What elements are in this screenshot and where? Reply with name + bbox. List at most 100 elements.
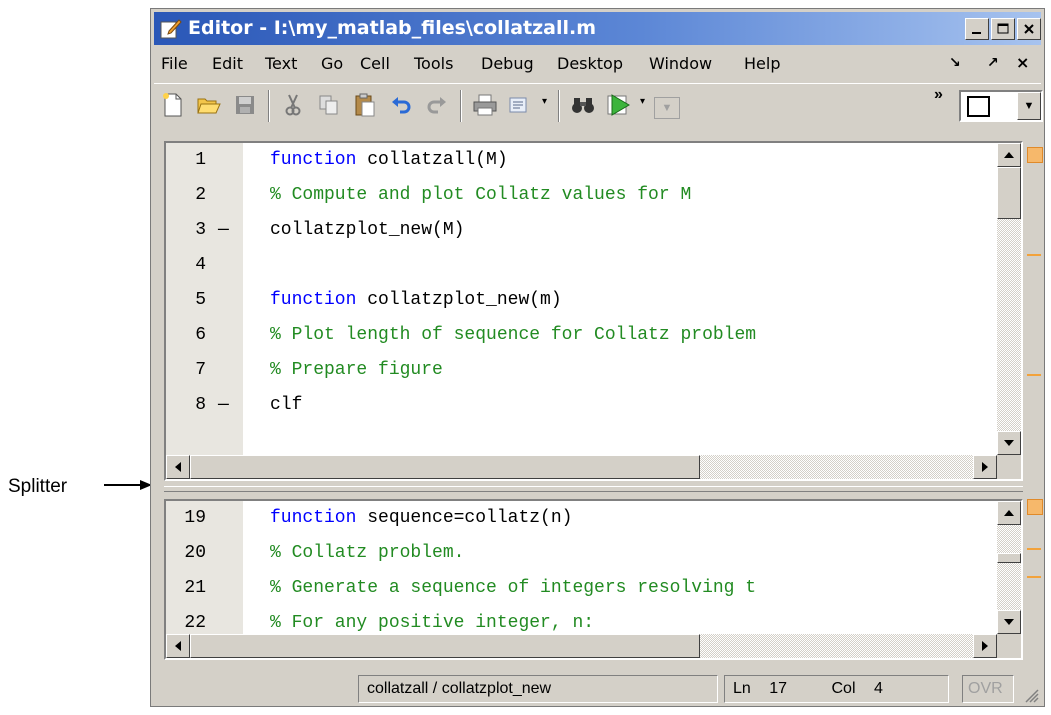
vertical-scrollbar-top[interactable] bbox=[997, 143, 1021, 455]
code-text[interactable]: % Compute and plot Collatz values for M bbox=[270, 185, 691, 205]
hscroll-thumb-bottom[interactable] bbox=[190, 634, 700, 658]
toolbar-overflow-button[interactable]: » bbox=[934, 86, 943, 104]
horizontal-scrollbar-top[interactable] bbox=[166, 455, 997, 479]
dock-button[interactable]: ↘ bbox=[949, 55, 961, 71]
find-button[interactable] bbox=[568, 90, 598, 120]
resize-grip-icon[interactable] bbox=[1023, 687, 1039, 703]
menu-desktop[interactable]: Desktop bbox=[557, 54, 623, 73]
vertical-scrollbar-bottom[interactable] bbox=[997, 501, 1021, 634]
line-number: 1 bbox=[195, 150, 206, 170]
code-line[interactable]: 20 % Collatz problem. bbox=[166, 536, 1006, 571]
scroll-up-button[interactable] bbox=[997, 143, 1021, 167]
keyword-token: function bbox=[270, 290, 368, 310]
editor-pane-bottom[interactable]: 19 function sequence=collatz(n) 20 % Collat… bbox=[164, 499, 1023, 660]
code-text[interactable]: % For any positive integer, n: bbox=[270, 613, 594, 633]
col-label: Col bbox=[831, 680, 856, 697]
find-files-dropdown[interactable]: ▾ bbox=[542, 96, 547, 107]
code-line[interactable]: 2 % Compute and plot Collatz values for M bbox=[166, 178, 1006, 213]
menu-tools[interactable]: Tools bbox=[414, 54, 453, 73]
code-text[interactable]: function collatzall(M) bbox=[270, 150, 508, 170]
status-indicator-icon-bottom[interactable] bbox=[1027, 499, 1043, 515]
title-bar[interactable]: Editor - I:\my_matlab_files\collatzall.m bbox=[154, 12, 1041, 45]
scroll-thumb[interactable] bbox=[997, 167, 1021, 219]
col-value: 4 bbox=[873, 680, 883, 697]
cut-button[interactable] bbox=[278, 90, 308, 120]
code-line[interactable]: 1 function collatzall(M) bbox=[166, 143, 1006, 178]
menu-window[interactable]: Window bbox=[649, 54, 712, 73]
warning-marker[interactable] bbox=[1027, 576, 1041, 578]
toolbar: ▾ ▾ ▼ » ▼ bbox=[154, 83, 1043, 128]
code-line[interactable]: 8 — clf bbox=[166, 388, 1006, 423]
scroll-down-button[interactable] bbox=[997, 431, 1021, 455]
code-text[interactable]: clf bbox=[270, 395, 302, 415]
scroll-right-button-bottom[interactable] bbox=[973, 634, 997, 658]
code-line[interactable]: 19 function sequence=collatz(n) bbox=[166, 501, 1006, 536]
code-line[interactable]: 5 function collatzplot_new(m) bbox=[166, 283, 1006, 318]
stack-dropdown[interactable]: ▼ bbox=[654, 97, 680, 119]
scroll-thumb-bottom[interactable] bbox=[997, 553, 1021, 563]
undo-button[interactable] bbox=[386, 90, 416, 120]
print-icon bbox=[473, 94, 497, 116]
keyword-token: function bbox=[270, 150, 368, 170]
menu-debug[interactable]: Debug bbox=[481, 54, 534, 73]
breakpoint-marker[interactable]: — bbox=[218, 395, 229, 415]
warning-marker[interactable] bbox=[1027, 548, 1041, 550]
message-bar-top[interactable] bbox=[1025, 141, 1043, 481]
code-line[interactable]: 6 % Plot length of sequence for Collatz p… bbox=[166, 318, 1006, 353]
undock-button[interactable]: ↗ bbox=[987, 55, 999, 71]
horizontal-scrollbar-bottom[interactable] bbox=[166, 634, 997, 658]
layout-dropdown-arrow[interactable]: ▼ bbox=[1017, 92, 1041, 120]
code-line[interactable]: 3 — collatzplot_new(M) bbox=[166, 213, 1006, 248]
print-button[interactable] bbox=[470, 90, 500, 120]
code-line[interactable]: 4 bbox=[166, 248, 1006, 283]
menu-go[interactable]: Go bbox=[321, 54, 343, 73]
message-bar-bottom[interactable] bbox=[1025, 499, 1043, 660]
code-text[interactable]: % Collatz problem. bbox=[270, 543, 464, 563]
redo-icon bbox=[427, 97, 446, 114]
code-text[interactable]: % Generate a sequence of integers resolv… bbox=[270, 578, 756, 598]
find-files-button[interactable] bbox=[506, 90, 536, 120]
copy-button[interactable] bbox=[314, 90, 344, 120]
close-document-button[interactable]: × bbox=[1016, 53, 1029, 72]
paste-button[interactable] bbox=[350, 90, 380, 120]
scroll-left-button[interactable] bbox=[166, 455, 190, 479]
menu-file[interactable]: File bbox=[161, 54, 188, 73]
menu-cell[interactable]: Cell bbox=[360, 54, 390, 73]
menu-text[interactable]: Text bbox=[265, 54, 297, 73]
code-line[interactable]: 7 % Prepare figure bbox=[166, 353, 1006, 388]
pane-splitter[interactable] bbox=[164, 486, 1023, 492]
code-text[interactable]: function sequence=collatz(n) bbox=[270, 508, 572, 528]
minimize-button[interactable] bbox=[965, 18, 989, 40]
hscroll-thumb[interactable] bbox=[190, 455, 700, 479]
new-file-button[interactable] bbox=[158, 90, 188, 120]
open-file-button[interactable] bbox=[194, 90, 224, 120]
line-number: 21 bbox=[184, 578, 206, 598]
run-button[interactable] bbox=[604, 90, 634, 120]
code-text[interactable]: collatzplot_new(M) bbox=[270, 220, 464, 240]
scroll-up-button-bottom[interactable] bbox=[997, 501, 1021, 525]
warning-marker[interactable] bbox=[1027, 254, 1041, 256]
editor-pane-top[interactable]: 1 function collatzall(M) 2 % Compute and pl… bbox=[164, 141, 1023, 481]
copy-icon bbox=[319, 95, 338, 115]
menu-help[interactable]: Help bbox=[744, 54, 780, 73]
scroll-down-button-bottom[interactable] bbox=[997, 610, 1021, 634]
right-arrow-icon bbox=[982, 641, 988, 651]
save-button[interactable] bbox=[230, 90, 260, 120]
code-text[interactable]: function collatzplot_new(m) bbox=[270, 290, 562, 310]
warning-marker[interactable] bbox=[1027, 374, 1041, 376]
left-arrow-icon bbox=[175, 462, 181, 472]
scroll-left-button-bottom[interactable] bbox=[166, 634, 190, 658]
code-text[interactable]: % Prepare figure bbox=[270, 360, 443, 380]
scroll-right-button[interactable] bbox=[973, 455, 997, 479]
code-line[interactable]: 21 % Generate a sequence of integers reso… bbox=[166, 571, 1006, 606]
run-dropdown[interactable]: ▾ bbox=[640, 96, 645, 107]
close-button[interactable] bbox=[1017, 18, 1041, 40]
breakpoint-marker[interactable]: — bbox=[218, 220, 229, 240]
code-text[interactable]: % Plot length of sequence for Collatz pr… bbox=[270, 325, 756, 345]
maximize-button[interactable] bbox=[991, 18, 1015, 40]
layout-selector[interactable]: ▼ bbox=[959, 90, 1043, 122]
menu-bar: File Edit Text Go Cell Tools Debug Deskt… bbox=[154, 47, 1041, 80]
redo-button[interactable] bbox=[422, 90, 452, 120]
status-indicator-icon[interactable] bbox=[1027, 147, 1043, 163]
menu-edit[interactable]: Edit bbox=[212, 54, 243, 73]
